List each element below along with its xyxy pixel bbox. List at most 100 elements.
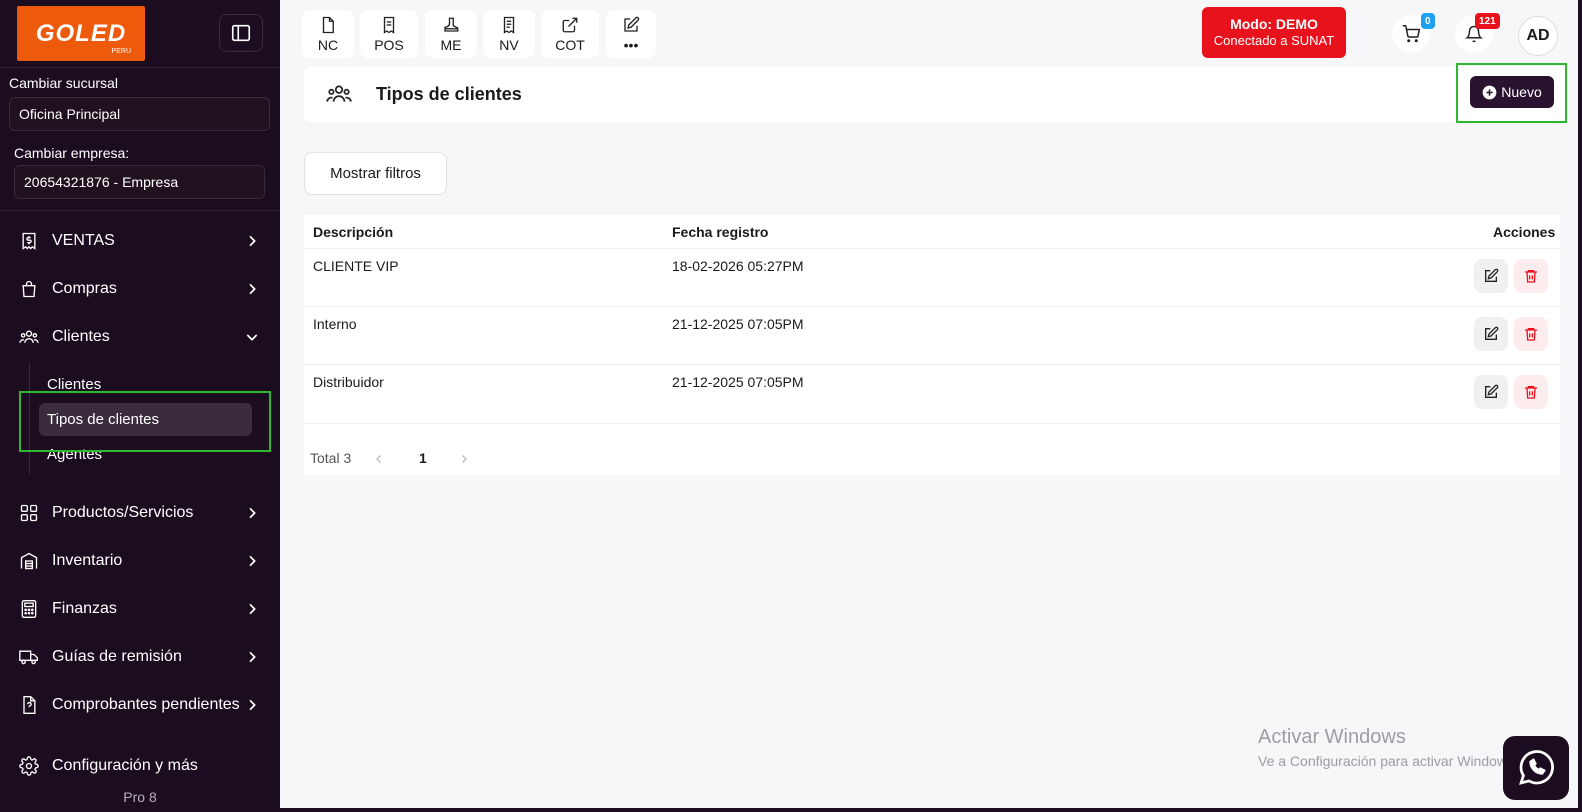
sidebar-item-ventas[interactable]: VENTAS <box>0 221 280 261</box>
receipt-lines-icon <box>503 16 515 34</box>
branch-select[interactable]: Oficina Principal <box>9 97 270 131</box>
sidebar-item-label: Inventario <box>52 552 123 569</box>
pagination-total: Total 3 <box>310 450 352 466</box>
quick-label: NV <box>499 36 519 53</box>
chevron-right-icon <box>249 283 256 295</box>
sidebar-item-label: Clientes <box>52 328 110 345</box>
quick-cot-button[interactable]: COT <box>541 10 599 58</box>
chevron-right-icon <box>249 651 256 663</box>
chevron-right-icon <box>249 699 256 711</box>
users-icon <box>326 85 352 102</box>
brand-logo[interactable]: GOLED PERU <box>17 6 145 61</box>
highlight-box <box>19 391 271 452</box>
highlight-box <box>1456 63 1567 123</box>
company-label: Cambiar empresa: <box>14 145 130 161</box>
row-divider <box>304 364 1560 365</box>
chevron-right-icon[interactable] <box>458 452 470 466</box>
windows-watermark-title: Activar Windows <box>1258 726 1406 748</box>
sidebar-item-label: Comprobantes pendientes <box>52 696 240 713</box>
quick-nc-button[interactable]: NC <box>302 10 354 58</box>
sidebar-item-label: Compras <box>52 280 117 297</box>
table-cell-description: CLIENTE VIP <box>313 258 399 274</box>
sidebar-item-inventario[interactable]: Inventario <box>0 541 280 581</box>
chevron-right-icon <box>249 555 256 567</box>
cart-count-badge: 0 <box>1421 13 1435 29</box>
trash-icon <box>1525 386 1537 399</box>
quick-me-button[interactable]: ME <box>425 10 477 58</box>
chevron-down-icon <box>246 334 258 341</box>
quick-pos-button[interactable]: POS <box>360 10 418 58</box>
window-edge <box>280 808 1582 812</box>
table-cell-date: 21-12-2025 07:05PM <box>672 374 804 390</box>
quick-label: NC <box>317 36 339 53</box>
pagination-page[interactable]: 1 <box>419 450 427 466</box>
file-icon <box>322 16 334 33</box>
sidebar-toggle-button[interactable] <box>219 14 263 52</box>
row-divider <box>304 423 1560 424</box>
sidebar-item-label: Guías de remisión <box>52 648 182 665</box>
show-filters-button[interactable]: Mostrar filtros <box>304 152 447 195</box>
avatar[interactable]: AD <box>1518 16 1558 56</box>
company-select[interactable]: 20654321876 - Empresa <box>14 165 265 199</box>
edit-icon <box>624 16 640 32</box>
quick-label: POS <box>374 36 404 53</box>
table-cell-description: Distribuidor <box>313 374 384 390</box>
sidebar-item-finanzas[interactable]: Finanzas <box>0 589 280 629</box>
chevron-left-icon[interactable] <box>373 452 385 466</box>
receipt-dollar-icon <box>22 232 36 250</box>
edit-button[interactable] <box>1474 317 1508 351</box>
sidebar-item-clientes[interactable]: Clientes <box>0 317 280 357</box>
quick-label: ME <box>440 36 462 53</box>
mode-subtitle: Conectado a SUNAT <box>1213 33 1335 48</box>
whatsapp-button[interactable] <box>1503 736 1569 800</box>
table-cell-date: 21-12-2025 07:05PM <box>672 316 804 332</box>
shopping-bag-icon <box>22 280 36 298</box>
branch-label: Cambiar sucursal <box>9 75 118 91</box>
cart-icon <box>1402 25 1420 43</box>
calculator-icon <box>21 600 37 618</box>
whatsapp-icon <box>1519 750 1554 785</box>
quick-more-button[interactable]: ••• <box>606 10 656 58</box>
sidebar-item-label: Finanzas <box>52 600 117 617</box>
row-divider <box>304 248 1560 249</box>
sidebar: GOLED PERU Cambiar sucursal Oficina Prin… <box>0 0 280 812</box>
delete-button[interactable] <box>1514 259 1548 293</box>
sidebar-item-productos[interactable]: Productos/Servicios <box>0 493 280 533</box>
edit-icon <box>1485 384 1499 398</box>
column-header-actions: Acciones <box>1493 224 1556 240</box>
sidebar-panel-icon <box>231 24 251 42</box>
notifications-count-badge: 121 <box>1475 13 1500 29</box>
trash-icon <box>1525 328 1537 341</box>
sidebar-item-compras[interactable]: Compras <box>0 269 280 309</box>
sidebar-item-label: Configuración y más <box>52 757 198 774</box>
divider <box>0 210 280 211</box>
file-question-icon <box>23 696 36 714</box>
window-edge <box>1578 0 1582 812</box>
quick-label: ••• <box>623 36 639 53</box>
external-link-icon <box>562 17 578 32</box>
version-label: Pro 8 <box>123 789 157 805</box>
delete-button[interactable] <box>1514 317 1548 351</box>
edit-icon <box>1485 326 1499 340</box>
sidebar-item-guias[interactable]: Guías de remisión <box>0 637 280 677</box>
table-cell-date: 18-02-2026 05:27PM <box>672 258 804 274</box>
edit-button[interactable] <box>1474 259 1508 293</box>
quick-label: COT <box>555 36 585 53</box>
column-header-description[interactable]: Descripción <box>313 224 393 240</box>
sidebar-item-label: VENTAS <box>52 232 115 249</box>
sidebar-item-comprobantes[interactable]: Comprobantes pendientes <box>0 685 280 725</box>
row-divider <box>304 306 1560 307</box>
trash-icon <box>1525 270 1537 283</box>
edit-icon <box>1485 268 1499 282</box>
quick-nv-button[interactable]: NV <box>483 10 535 58</box>
column-header-date[interactable]: Fecha registro <box>672 224 768 240</box>
warehouse-icon <box>20 552 38 570</box>
users-icon <box>19 330 39 344</box>
delete-button[interactable] <box>1514 375 1548 409</box>
mode-badge[interactable]: Modo: DEMO Conectado a SUNAT <box>1202 7 1346 58</box>
sidebar-item-configuracion[interactable]: Configuración y más <box>0 746 280 786</box>
divider <box>0 67 280 68</box>
sidebar-item-label: Productos/Servicios <box>52 504 194 521</box>
data-table <box>304 215 1560 475</box>
edit-button[interactable] <box>1474 375 1508 409</box>
